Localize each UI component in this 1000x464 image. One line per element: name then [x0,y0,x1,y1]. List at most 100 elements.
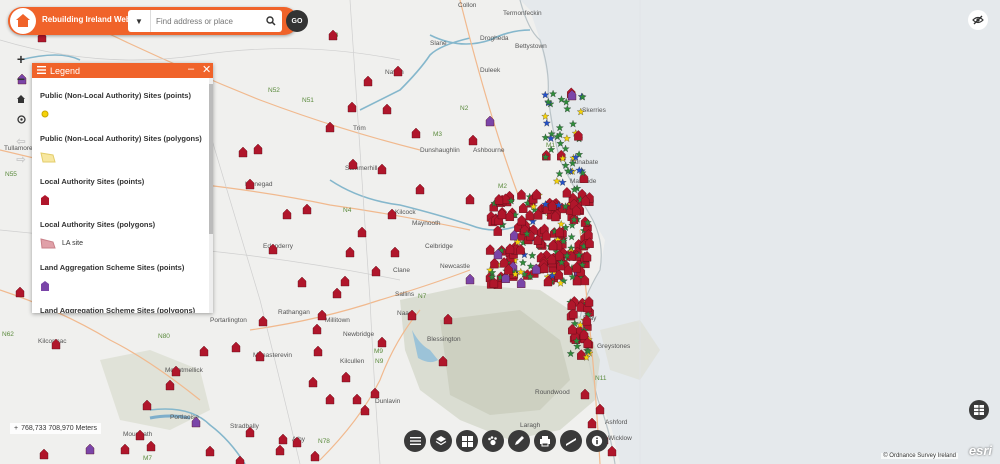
red-polygon-symbol [40,238,56,249]
previous-extent-button[interactable]: ⇦ [12,132,30,150]
place-label: Kilcullen [340,358,365,365]
locate-icon [16,114,26,124]
place-label: Termonfeckin [503,10,542,17]
place-label: Newbridge [343,331,374,338]
app-header-bar: Rebuilding Ireland Web Map ▼ GO [8,7,308,35]
place-label: Wicklow [608,435,632,442]
coordinate-readout: + 768,733 708,970 Meters [10,423,101,434]
search-source-dropdown[interactable]: ▼ [128,10,151,32]
legend-section-title: Local Authority Sites (polygons) [40,220,156,229]
esri-logo: esri [968,443,992,458]
place-label: Bettystown [515,43,547,50]
place-label: Newcastle [440,263,470,270]
crosshair-icon: + [14,425,19,432]
go-button[interactable]: GO [286,10,308,32]
basemap-tool-button[interactable] [456,430,478,452]
home-button[interactable] [12,90,30,108]
place-label: Trim [353,125,366,132]
road-label: N55 [5,171,17,178]
road-label: N78 [318,438,330,445]
home-icon [17,95,25,103]
print-tool-button[interactable] [534,430,556,452]
place-label: Maynooth [412,220,441,227]
road-label: N62 [2,331,14,338]
layers-tool-button[interactable] [430,430,452,452]
arrow-right-icon: ⇨ [16,153,26,166]
legend-symbol-row [40,279,209,293]
list-icon [409,437,421,445]
grid-icon [461,435,473,447]
arrow-left-icon: ⇦ [16,135,26,148]
place-label: Celbridge [425,243,453,250]
map-attribution: © Ordnance Survey Ireland [881,453,958,459]
search-box: ▼ [128,10,282,32]
zoom-in-button[interactable]: + [12,50,30,68]
road-label: N7 [418,293,427,300]
place-label: Blessington [427,336,461,343]
place-label: Ashford [605,419,628,426]
legend-symbol-row: LA site [40,236,209,250]
place-label: Laragh [520,422,541,429]
coordinate-text: 768,733 708,970 Meters [21,425,97,432]
legend-section-title: Local Authority Sites (points) [40,177,145,186]
legend-section-title: Public (Non-Local Authority) Sites (poin… [40,91,191,100]
legend-scrollbar[interactable] [209,78,213,313]
road-label: N2 [460,105,469,112]
layers-icon [435,436,447,446]
search-input[interactable] [154,13,256,30]
road-label: N51 [302,97,314,104]
place-label: Skerries [582,107,607,114]
place-label: Dunshaughlin [420,147,460,154]
paw-icon [488,436,497,446]
next-extent-button[interactable]: ⇨ [12,150,30,168]
toggle-visibility-button[interactable] [968,10,988,30]
road-label: N52 [268,87,280,94]
search-icon [266,16,276,26]
minimize-button[interactable]: – [188,63,194,75]
filter-tool-button[interactable] [482,430,504,452]
place-label: Dunlavin [375,398,401,405]
yellow-circle-symbol [41,110,49,118]
legend-symbol-label: LA site [62,239,84,247]
legend-panel: Legend – ✕ Public (Non-Local Authority) … [32,63,213,313]
close-button[interactable]: ✕ [202,63,211,76]
legend-header: Legend – ✕ [32,63,213,78]
road-label: M3 [433,131,442,138]
zoom-out-button[interactable]: − [12,70,30,88]
list-icon [37,65,46,76]
place-label: Collon [458,2,477,9]
attribute-table-button[interactable] [969,400,989,420]
draw-tool-button[interactable] [508,430,530,452]
eye-off-icon [972,15,984,25]
place-label: Slane [430,40,447,47]
table-icon [974,405,984,415]
search-button[interactable] [262,12,280,30]
print-icon [540,436,550,447]
about-tool-button[interactable] [586,430,608,452]
place-label: Rathangan [278,309,310,316]
place-label: Kilcock [395,209,416,216]
place-label: Ashbourne [473,147,505,154]
measure-icon [566,438,576,446]
app-logo [10,8,36,34]
locate-button[interactable] [12,110,30,128]
legend-content: Public (Non-Local Authority) Sites (poin… [32,78,209,313]
legend-title: Legend [50,65,81,76]
road-label: M9 [374,348,383,355]
measure-tool-button[interactable] [560,430,582,452]
legend-tool-button[interactable] [404,430,426,452]
road-label: N80 [158,333,170,340]
place-label: Edenderry [263,243,294,250]
road-label: M7 [143,455,152,462]
purple-house-symbol [41,281,49,291]
plus-icon: + [16,51,26,67]
legend-symbol-row [40,193,209,207]
scrollbar-thumb[interactable] [209,84,213,234]
road-label: M2 [498,183,507,190]
legend-symbol-row [40,150,209,164]
pencil-icon [515,436,524,445]
place-label: Roundwood [535,389,570,396]
place-label: Sallins [395,291,415,298]
legend-section-title: Public (Non-Local Authority) Sites (poly… [40,134,202,143]
place-label: Duleek [480,67,501,74]
